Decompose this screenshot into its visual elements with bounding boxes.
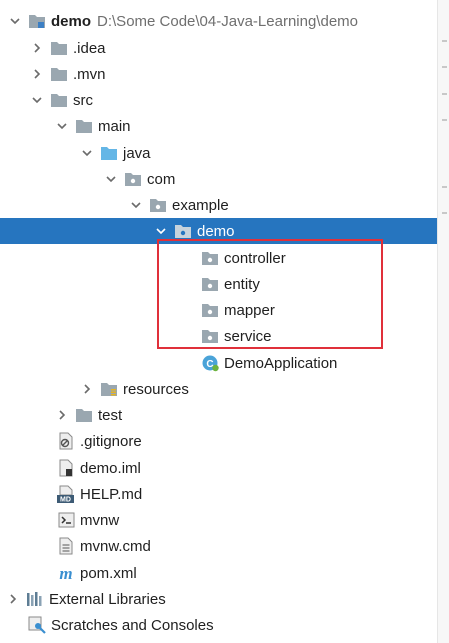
chevron-down-icon[interactable] (30, 87, 44, 113)
tree-node-project-demo[interactable]: demo D:\Some Code\04-Java-Learning\demo (0, 8, 437, 34)
chevron-down-icon[interactable] (8, 8, 22, 34)
tree-node-demo-package[interactable]: demo (0, 218, 437, 244)
resources-folder-icon (100, 380, 118, 398)
tree-node-label: .gitignore (80, 432, 142, 450)
chevron-down-icon[interactable] (104, 166, 118, 192)
svg-text:m: m (59, 564, 72, 582)
markdown-file-icon: MD (57, 485, 75, 503)
tree-node-label: java (123, 144, 151, 162)
chevron-down-icon[interactable] (129, 192, 143, 218)
chevron-right-icon[interactable] (30, 35, 44, 61)
chevron-down-icon[interactable] (80, 140, 94, 166)
package-icon (174, 222, 192, 240)
text-file-icon (57, 537, 75, 555)
tree-node-external-libraries[interactable]: External Libraries (0, 586, 437, 612)
project-name: demo (51, 12, 92, 30)
package-icon (201, 301, 219, 319)
tree-node-label: External Libraries (49, 590, 166, 608)
tree-node-label: resources (123, 380, 189, 398)
tree-node-label: HELP.md (80, 485, 143, 503)
tree-node-com[interactable]: com (0, 166, 437, 192)
tree-node-test[interactable]: test (0, 402, 437, 428)
tree-node-label: demo (197, 222, 235, 240)
folder-icon (50, 39, 68, 57)
folder-icon (75, 406, 93, 424)
chevron-right-icon[interactable] (30, 61, 44, 87)
tree-node-label: mapper (224, 301, 275, 319)
tree-node-label: example (172, 196, 229, 214)
tree-node-controller[interactable]: controller (0, 245, 437, 271)
tree-node-gitignore[interactable]: .gitignore (0, 428, 437, 454)
tree-node-resources[interactable]: resources (0, 376, 437, 402)
tree-node-label: controller (224, 249, 286, 267)
tree-node-src[interactable]: src (0, 87, 437, 113)
tree-node-demo-application[interactable]: C DemoApplication (0, 350, 437, 376)
chevron-right-icon[interactable] (80, 376, 94, 402)
package-icon (201, 249, 219, 267)
source-folder-icon (100, 144, 118, 162)
tree-node-scratches-consoles[interactable]: Scratches and Consoles (0, 612, 437, 638)
tree-node-mvnw[interactable]: mvnw (0, 507, 437, 533)
chevron-down-icon[interactable] (154, 218, 168, 244)
tree-node-label: pom.xml (80, 564, 137, 582)
package-icon (201, 327, 219, 345)
project-path: D:\Some Code\04-Java-Learning\demo (97, 12, 358, 30)
project-tree: demo D:\Some Code\04-Java-Learning\demo … (0, 0, 437, 643)
libraries-icon (26, 590, 44, 608)
folder-icon (50, 91, 68, 109)
folder-icon (50, 65, 68, 83)
tree-node-label: test (98, 406, 123, 424)
tree-node-demo-iml[interactable]: demo.iml (0, 455, 437, 481)
package-icon (124, 170, 142, 188)
tree-node-label: src (73, 91, 93, 109)
tree-node-service[interactable]: service (0, 323, 437, 349)
scratches-icon (28, 616, 46, 634)
package-icon (149, 196, 167, 214)
tree-node-example[interactable]: example (0, 192, 437, 218)
tree-node-mapper[interactable]: mapper (0, 297, 437, 323)
shell-script-icon (57, 511, 75, 529)
tree-node-pom-xml[interactable]: m pom.xml (0, 560, 437, 586)
iml-file-icon (57, 459, 75, 477)
project-folder-icon (28, 12, 46, 30)
tree-node-label: com (147, 170, 176, 188)
gitignore-file-icon (57, 432, 75, 450)
chevron-right-icon[interactable] (55, 402, 69, 428)
scrollbar-gutter[interactable] (437, 0, 449, 643)
tree-node-mvnw-cmd[interactable]: mvnw.cmd (0, 533, 437, 559)
tree-node-label: main (98, 117, 131, 135)
tree-node-label: service (224, 327, 272, 345)
tree-node-idea[interactable]: .idea (0, 35, 437, 61)
folder-icon (75, 117, 93, 135)
package-icon (201, 275, 219, 293)
tree-node-java[interactable]: java (0, 140, 437, 166)
tree-node-label: mvnw (80, 511, 120, 529)
tree-node-entity[interactable]: entity (0, 271, 437, 297)
spring-boot-class-icon: C (201, 354, 219, 372)
tree-node-label: DemoApplication (224, 354, 338, 372)
tree-node-help-md[interactable]: MD HELP.md (0, 481, 437, 507)
tree-node-main[interactable]: main (0, 113, 437, 139)
tree-node-label: .mvn (73, 65, 106, 83)
svg-text:MD: MD (60, 497, 71, 504)
tree-node-label: demo.iml (80, 459, 141, 477)
tree-node-label: entity (224, 275, 260, 293)
tree-node-label: Scratches and Consoles (51, 616, 214, 634)
tree-node-label: mvnw.cmd (80, 537, 151, 555)
maven-icon: m (57, 564, 75, 582)
tree-node-label: .idea (73, 39, 106, 57)
chevron-right-icon[interactable] (6, 586, 20, 612)
tree-node-mvn[interactable]: .mvn (0, 61, 437, 87)
chevron-down-icon[interactable] (55, 113, 69, 139)
